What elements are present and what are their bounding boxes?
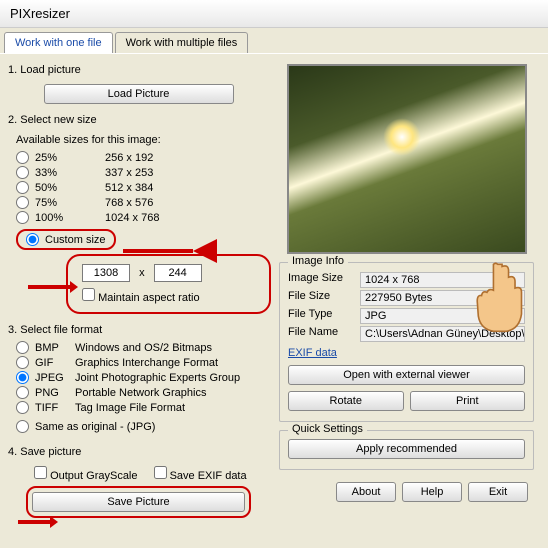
fmt-radio-gif[interactable] <box>16 356 29 369</box>
size-dim: 337 x 253 <box>105 167 153 179</box>
info-key: File Name <box>288 326 360 342</box>
size-pct: 25% <box>35 152 75 164</box>
window-title: PIXresizer <box>0 0 548 28</box>
fmt-radio-bmp[interactable] <box>16 341 29 354</box>
fmt-same-label: Same as original - (JPG) <box>35 421 155 433</box>
info-val-name: C:\Users\Adnan Güney\Desktop\ma <box>360 326 525 342</box>
custom-size-label: Custom size <box>45 234 106 246</box>
fmt-desc: Portable Network Graphics <box>75 387 206 399</box>
image-info-group: Image Info Image Size1024 x 768 File Siz… <box>279 262 534 422</box>
exif-data-link[interactable]: EXIF data <box>288 347 337 359</box>
size-radio-50[interactable] <box>16 181 29 194</box>
size-dim: 256 x 192 <box>105 152 153 164</box>
info-key: File Type <box>288 308 360 324</box>
size-radio-75[interactable] <box>16 196 29 209</box>
info-val-filesize: 227950 Bytes <box>360 290 525 306</box>
info-val-type: JPG <box>360 308 525 324</box>
image-preview <box>287 64 527 254</box>
rotate-button[interactable]: Rotate <box>288 391 404 411</box>
step1-title: 1. Load picture <box>6 60 271 80</box>
grayscale-checkbox[interactable] <box>34 466 47 479</box>
height-input[interactable] <box>154 264 202 282</box>
aspect-ratio-checkbox[interactable] <box>82 288 95 301</box>
fmt-desc: Windows and OS/2 Bitmaps <box>75 342 212 354</box>
quick-settings-title: Quick Settings <box>288 423 367 435</box>
image-info-title: Image Info <box>288 255 348 267</box>
step2-title: 2. Select new size <box>6 110 271 130</box>
open-external-button[interactable]: Open with external viewer <box>288 365 525 385</box>
size-radio-33[interactable] <box>16 166 29 179</box>
quick-settings-group: Quick Settings Apply recommended <box>279 430 534 470</box>
custom-size-radio[interactable] <box>26 233 39 246</box>
fmt-desc: Graphics Interchange Format <box>75 357 218 369</box>
about-button[interactable]: About <box>336 482 396 502</box>
step4-title: 4. Save picture <box>6 442 271 462</box>
size-dim: 512 x 384 <box>105 182 153 194</box>
custom-size-panel: x Maintain aspect ratio <box>66 254 271 314</box>
save-picture-button[interactable]: Save Picture <box>32 492 245 512</box>
tab-one-file[interactable]: Work with one file <box>4 32 113 53</box>
fmt-radio-tiff[interactable] <box>16 401 29 414</box>
apply-recommended-button[interactable]: Apply recommended <box>288 439 525 459</box>
size-pct: 100% <box>35 212 75 224</box>
size-radio-100[interactable] <box>16 211 29 224</box>
exit-button[interactable]: Exit <box>468 482 528 502</box>
fmt-code: BMP <box>35 342 75 354</box>
info-key: Image Size <box>288 272 360 288</box>
fmt-code: TIFF <box>35 402 75 414</box>
fmt-code: JPEG <box>35 372 75 384</box>
size-pct: 33% <box>35 167 75 179</box>
load-picture-button[interactable]: Load Picture <box>44 84 234 104</box>
x-separator: x <box>133 267 151 279</box>
aspect-ratio-label: Maintain aspect ratio <box>98 292 200 304</box>
fmt-desc: Tag Image File Format <box>75 402 185 414</box>
info-key: File Size <box>288 290 360 306</box>
step3-title: 3. Select file format <box>6 320 271 340</box>
size-pct: 75% <box>35 197 75 209</box>
size-dim: 1024 x 768 <box>105 212 159 224</box>
fmt-radio-same[interactable] <box>16 420 29 433</box>
fmt-code: PNG <box>35 387 75 399</box>
print-button[interactable]: Print <box>410 391 526 411</box>
grayscale-label: Output GrayScale <box>50 470 137 482</box>
fmt-radio-jpeg[interactable] <box>16 371 29 384</box>
tab-multiple-files[interactable]: Work with multiple files <box>115 32 249 53</box>
help-button[interactable]: Help <box>402 482 462 502</box>
size-radio-25[interactable] <box>16 151 29 164</box>
size-dim: 768 x 576 <box>105 197 153 209</box>
exif-checkbox[interactable] <box>154 466 167 479</box>
exif-label: Save EXIF data <box>170 470 247 482</box>
fmt-code: GIF <box>35 357 75 369</box>
fmt-radio-png[interactable] <box>16 386 29 399</box>
fmt-desc: Joint Photographic Experts Group <box>75 372 240 384</box>
available-sizes-label: Available sizes for this image: <box>14 130 271 150</box>
size-pct: 50% <box>35 182 75 194</box>
tab-bar: Work with one file Work with multiple fi… <box>0 28 548 54</box>
info-val-size: 1024 x 768 <box>360 272 525 288</box>
width-input[interactable] <box>82 264 130 282</box>
